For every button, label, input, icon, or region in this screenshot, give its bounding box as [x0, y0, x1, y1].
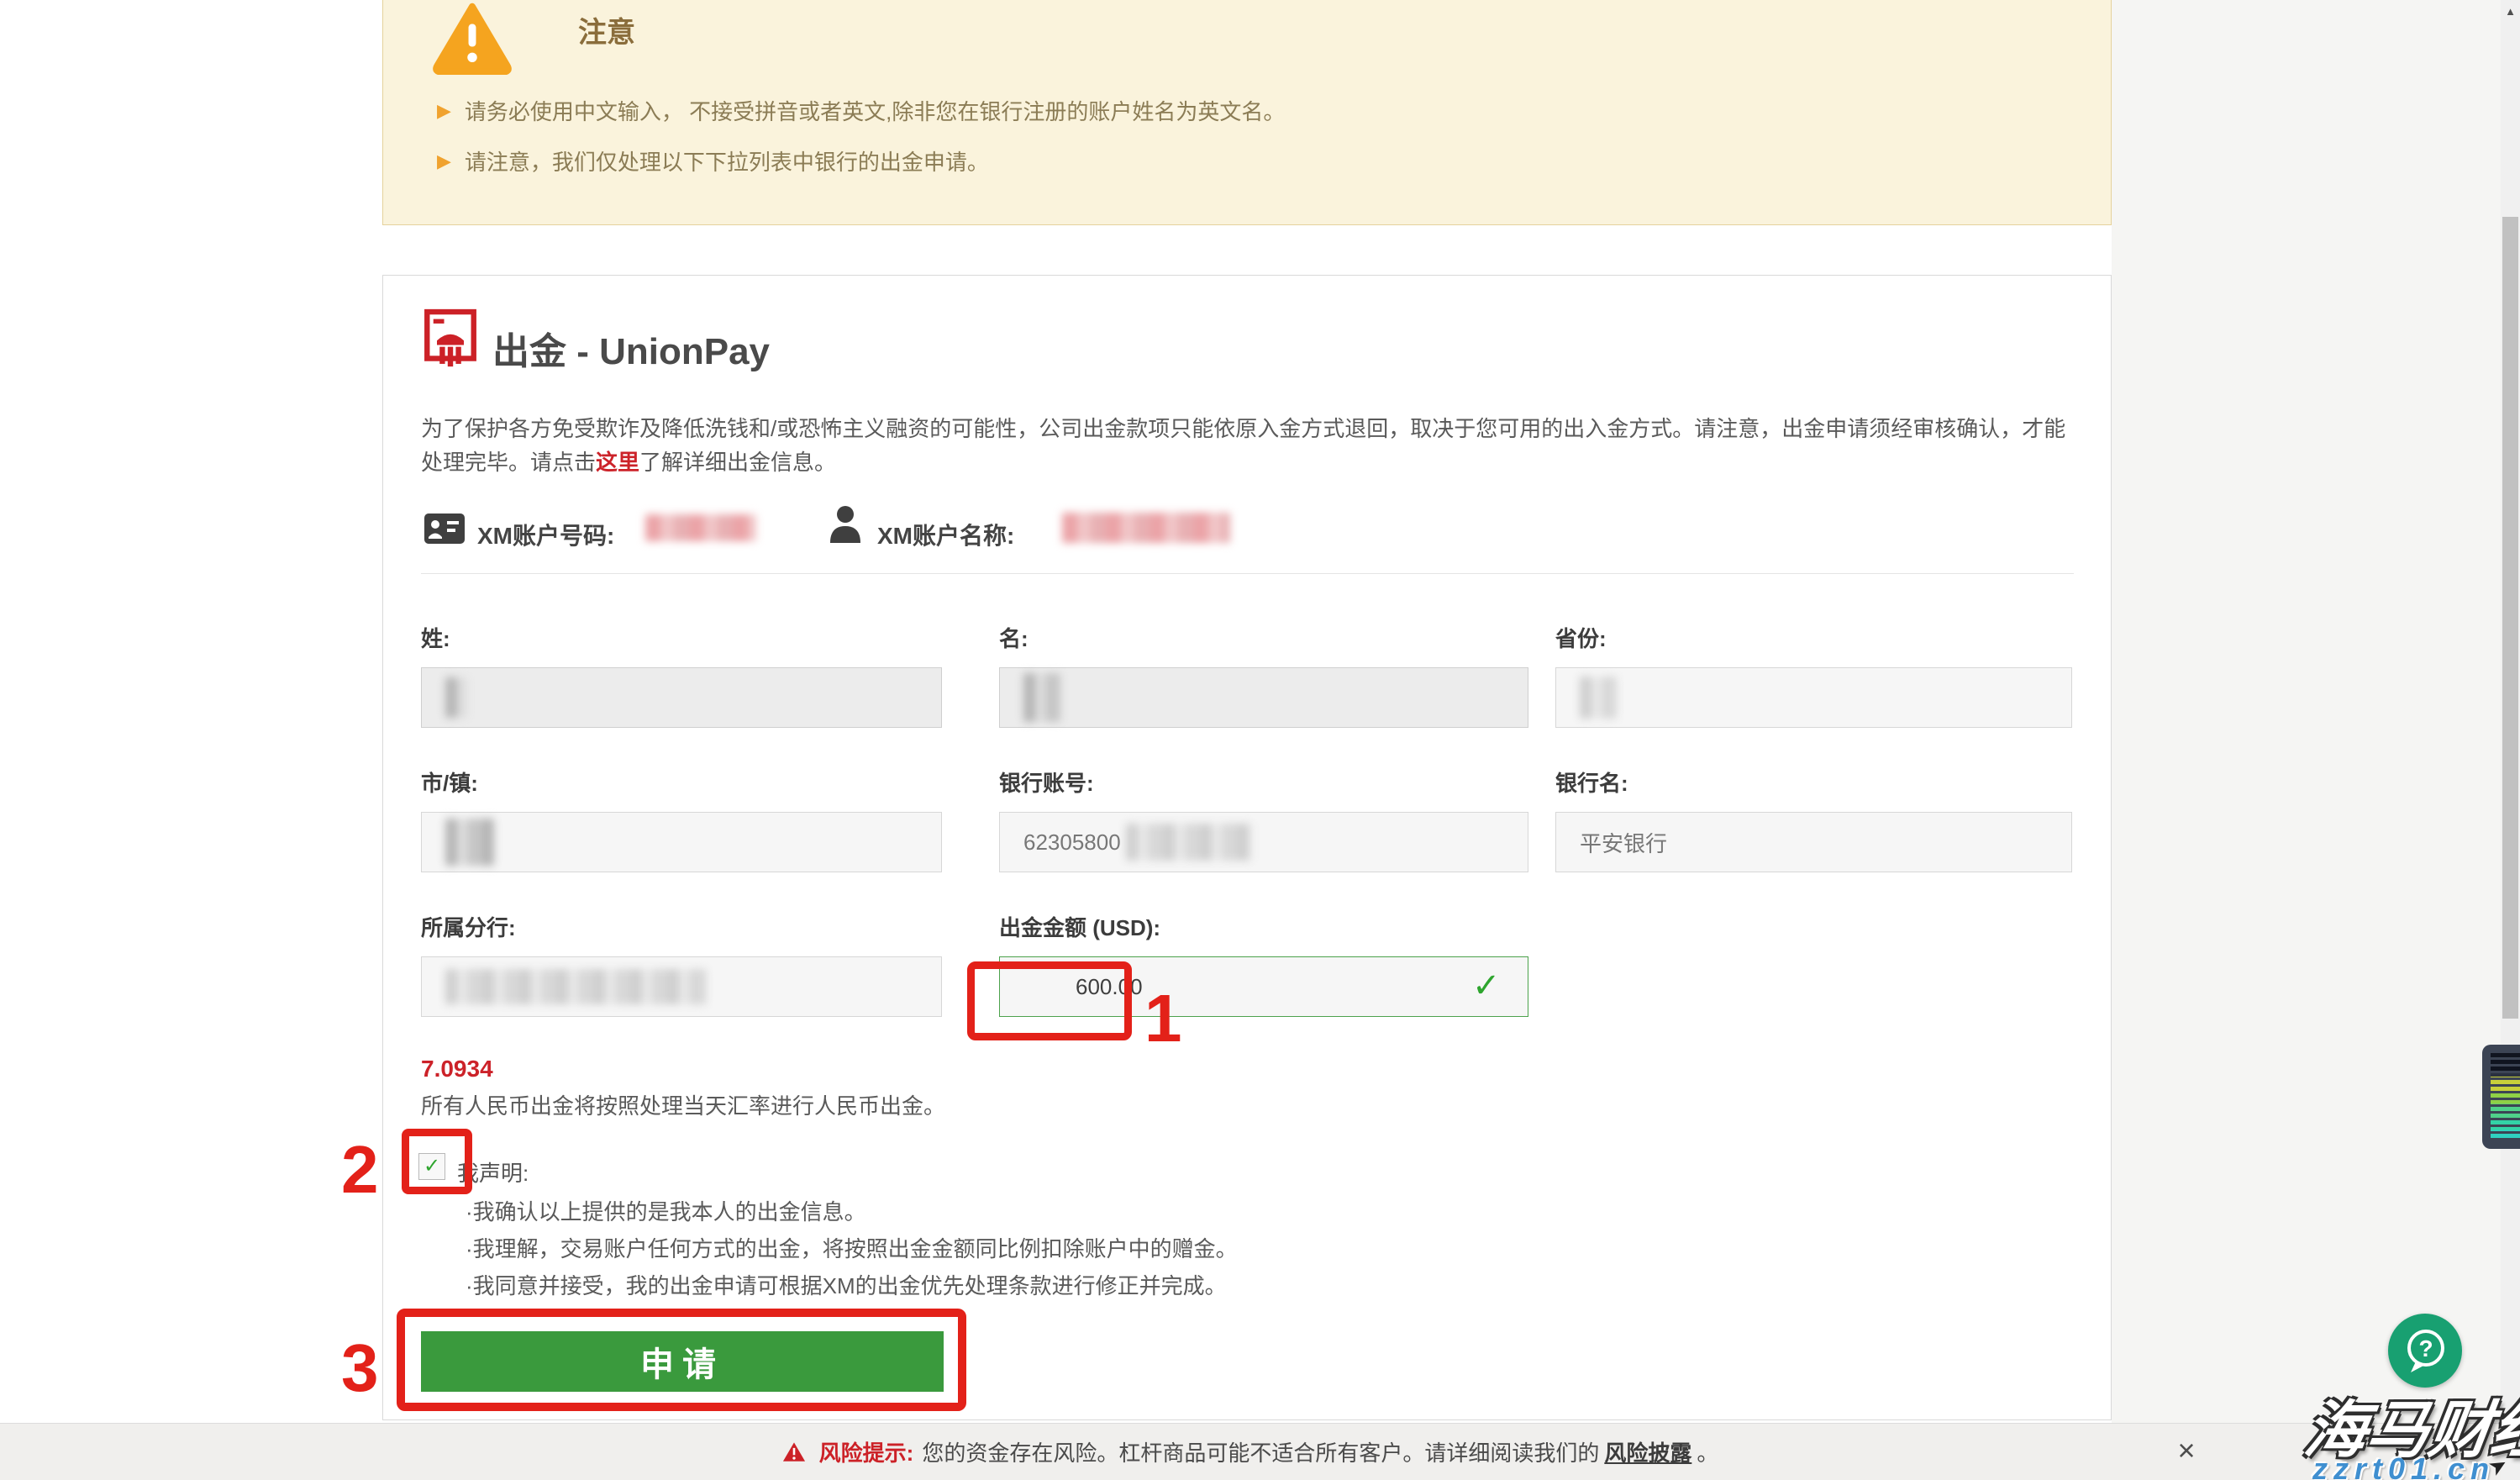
- last-name-redacted: [445, 677, 467, 718]
- declaration-item: ·我同意并接受，我的出金申请可根据XM的出金优先处理条款进行修正并完成。: [466, 1269, 1227, 1300]
- risk-triangle-icon: [782, 1441, 806, 1463]
- annotation-box-3: [397, 1309, 966, 1411]
- account-number-label: XM账户号码:: [477, 518, 614, 551]
- first-name-redacted: [1023, 673, 1060, 722]
- bank-account-field[interactable]: 62305800: [999, 812, 1528, 872]
- annotation-box-2: [402, 1129, 472, 1194]
- details-link[interactable]: 这里: [596, 450, 639, 475]
- notice-title: 注意: [578, 9, 635, 50]
- unionpay-bank-icon: [424, 308, 477, 368]
- person-icon: [827, 504, 864, 546]
- exchange-rate: 7.0934: [421, 1056, 493, 1082]
- intro-text: 了解详细出金信息。: [639, 450, 836, 475]
- watermark-url: zzrt01.cn: [2312, 1451, 2495, 1480]
- notice-item: ▶ 请注意，我们仅处理以下下拉列表中银行的出金申请。: [437, 145, 989, 176]
- withdrawal-page: ▲ 注意 ▶ 请务必使用中文输入， 不接受拼音或者英文,除非您在银行注册的账户姓…: [0, 0, 2520, 1480]
- account-name-label: XM账户名称:: [877, 518, 1014, 551]
- side-widget-stripe-gaps: [2491, 1053, 2520, 1140]
- scrollbar-thumb[interactable]: [2502, 217, 2518, 1019]
- account-number-redacted: [645, 514, 756, 541]
- annotation-number-3: 3: [341, 1335, 379, 1402]
- last-name-label: 姓:: [421, 622, 450, 653]
- notice-item-text: 请注意，我们仅处理以下下拉列表中银行的出金申请。: [465, 145, 989, 176]
- help-button[interactable]: ?: [2388, 1314, 2462, 1388]
- bank-account-redacted: [1126, 824, 1252, 861]
- withdrawal-card: 出金 - UnionPay 为了保护各方免受欺诈及降低洗钱和/或恐怖主义融资的可…: [382, 275, 2112, 1420]
- branch-redacted: [445, 969, 706, 1004]
- branch-field[interactable]: [421, 956, 942, 1017]
- annotation-number-2: 2: [341, 1136, 379, 1203]
- page-title: 出金 - UnionPay: [492, 321, 770, 375]
- risk-warning-bar: 风险提示: 您的资金存在风险。杠杆商品可能不适合所有客户。请详细阅读我们的 风险…: [0, 1423, 2501, 1480]
- side-widget[interactable]: [2482, 1045, 2520, 1149]
- risk-text: 您的资金存在风险。杠杆商品可能不适合所有客户。请详细阅读我们的: [922, 1436, 1599, 1467]
- arrow-bullet-icon: ▶: [437, 102, 451, 120]
- bank-account-visible-digits: 62305800: [1023, 830, 1121, 856]
- city-redacted: [445, 819, 494, 866]
- last-name-field[interactable]: [421, 667, 942, 728]
- rate-note: 所有人民币出金将按照处理当天汇率进行人民币出金。: [421, 1089, 945, 1120]
- arrow-bullet-icon: ▶: [437, 152, 451, 171]
- id-card-icon: [424, 513, 466, 545]
- bank-account-label: 银行账号:: [999, 766, 1094, 798]
- notice-box: 注意 ▶ 请务必使用中文输入， 不接受拼音或者英文,除非您在银行注册的账户姓名为…: [382, 0, 2112, 225]
- province-redacted: [1580, 677, 1617, 719]
- declaration-item: ·我确认以上提供的是我本人的出金信息。: [466, 1195, 866, 1226]
- city-label: 市/镇:: [421, 766, 478, 798]
- bank-name-label: 银行名:: [1555, 766, 1628, 798]
- branch-label: 所属分行:: [421, 911, 516, 942]
- risk-text-end: 。: [1697, 1436, 1718, 1467]
- declaration-item: ·我理解，交易账户任何方式的出金，将按照出金金额同比例扣除账户中的赠金。: [466, 1232, 1238, 1263]
- close-icon[interactable]: ×: [2166, 1430, 2207, 1471]
- province-field[interactable]: [1555, 667, 2072, 728]
- scrollbar-up-icon[interactable]: ▲: [2501, 2, 2520, 22]
- notice-item-text: 请务必使用中文输入， 不接受拼音或者英文,除非您在银行注册的账户姓名为英文名。: [465, 95, 1285, 126]
- question-mark-glyph: ?: [2418, 1335, 2433, 1361]
- bank-name-value: 平安银行: [1580, 827, 1667, 858]
- first-name-label: 名:: [999, 622, 1029, 653]
- annotation-number-1: 1: [1144, 985, 1182, 1052]
- risk-disclosure-link[interactable]: 风险披露: [1604, 1436, 1691, 1467]
- divider: [421, 573, 2074, 574]
- amount-label: 出金金额 (USD):: [999, 911, 1160, 942]
- risk-label: 风险提示:: [819, 1436, 914, 1467]
- city-field[interactable]: [421, 812, 942, 872]
- notice-item: ▶ 请务必使用中文输入， 不接受拼音或者英文,除非您在银行注册的账户姓名为英文名…: [437, 95, 1285, 126]
- valid-check-icon: ✓: [1472, 966, 1501, 1005]
- intro-paragraph: 为了保护各方免受欺诈及降低洗钱和/或恐怖主义融资的可能性，公司出金款项只能依原入…: [421, 412, 2085, 479]
- province-label: 省份:: [1555, 622, 1607, 653]
- bank-name-field[interactable]: 平安银行: [1555, 812, 2072, 872]
- annotation-box-1: [967, 961, 1132, 1040]
- page-gutter: [2112, 0, 2501, 1480]
- help-bubble-icon: ?: [2388, 1314, 2462, 1388]
- first-name-field[interactable]: [999, 667, 1528, 728]
- warning-triangle-icon: [432, 3, 513, 75]
- account-name-redacted: [1062, 513, 1230, 543]
